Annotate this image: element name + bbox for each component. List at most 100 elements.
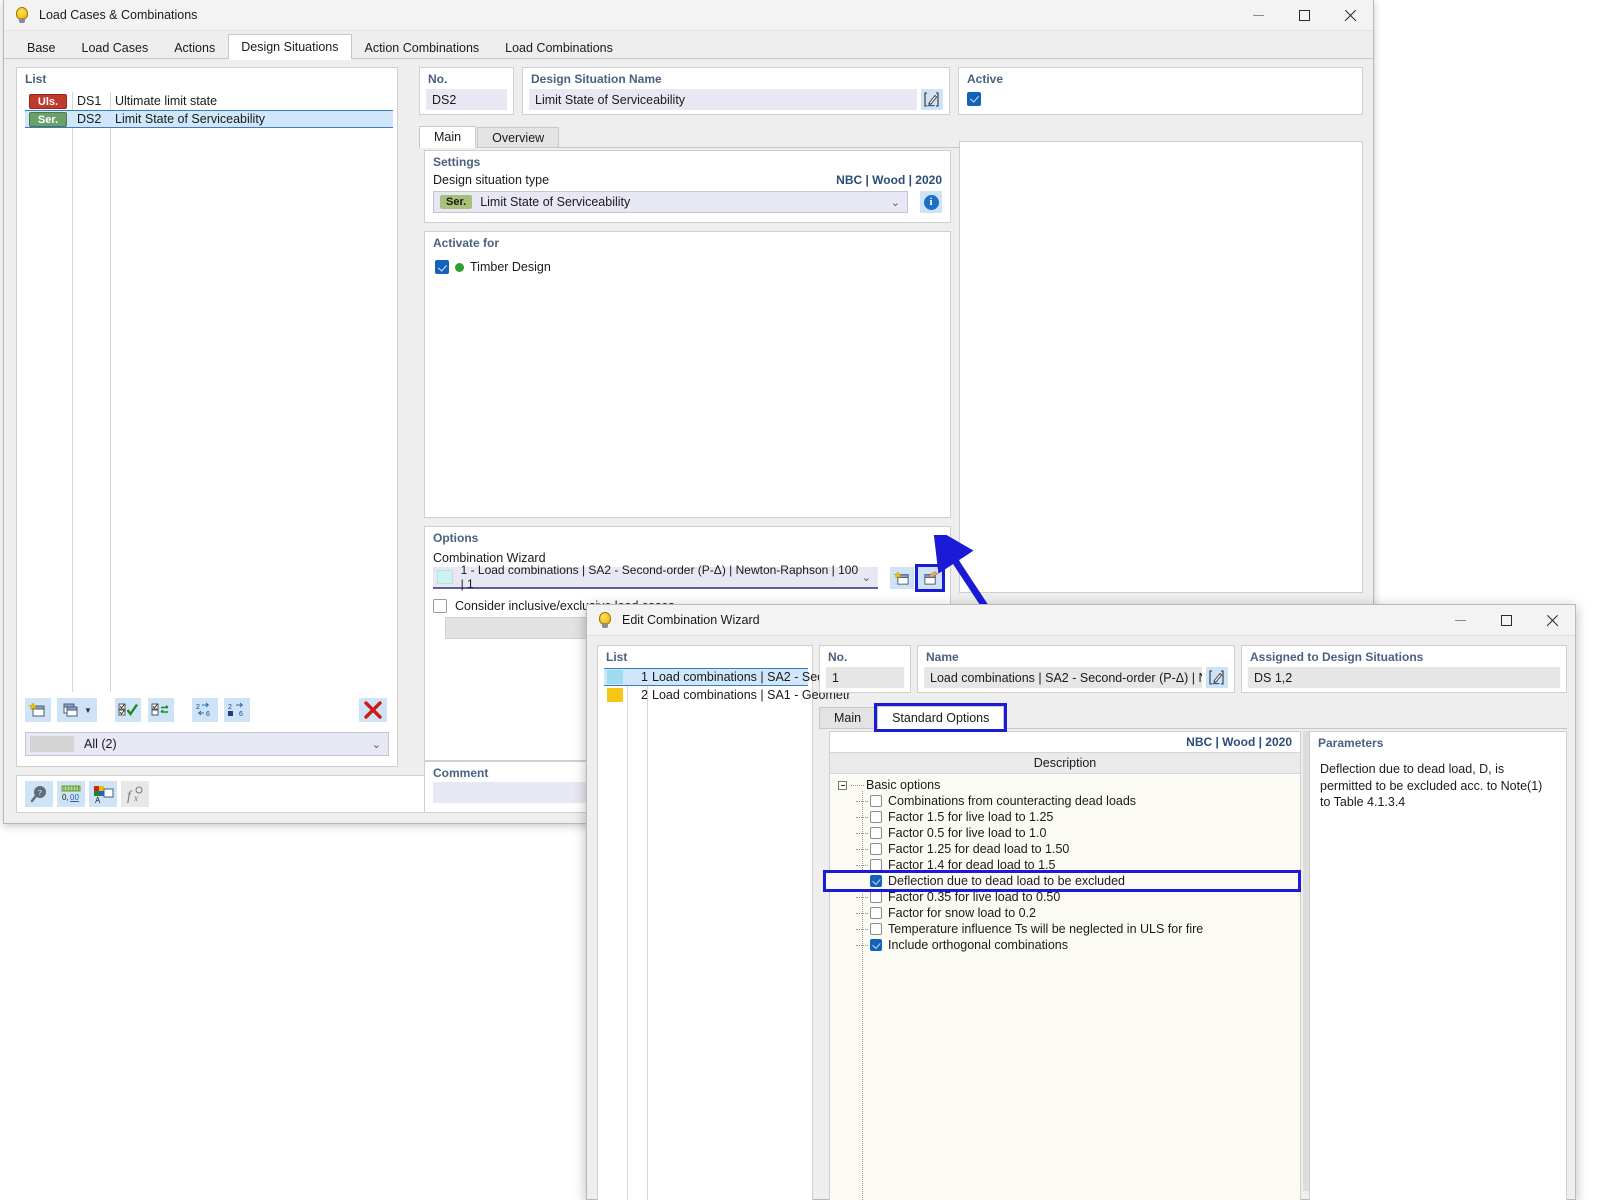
combination-wizard-value: 1 - Load combinations | SA2 - Second-ord… [461, 563, 862, 591]
chevron-down-icon: ⌄ [372, 738, 381, 751]
option-row[interactable]: Factor 1.25 for dead load to 1.50 [830, 841, 1300, 857]
wizard-minimize-button[interactable] [1437, 605, 1483, 636]
table-row[interactable]: Ser. DS2 Limit State of Serviceability [25, 110, 393, 128]
timber-design-checkbox[interactable] [435, 260, 449, 274]
option-row[interactable]: Factor 1.5 for live load to 1.25 [830, 809, 1300, 825]
tab-load-cases[interactable]: Load Cases [69, 35, 162, 59]
check-all-button[interactable] [115, 698, 141, 722]
edit-combination-wizard-window: Edit Combination Wizard List 1 Load comb… [586, 604, 1576, 1200]
wizard-window-title: Edit Combination Wizard [622, 613, 760, 627]
copy-item-button[interactable]: ▼ [57, 698, 97, 722]
tree-connector [851, 785, 864, 786]
renumber-button[interactable]: 2 6 [192, 698, 218, 722]
new-item-button[interactable] [25, 698, 51, 722]
option-checkbox[interactable] [870, 843, 882, 855]
wizard-close-button[interactable] [1529, 605, 1575, 636]
main-titlebar: Load Cases & Combinations [4, 0, 1373, 31]
close-button[interactable] [1327, 0, 1373, 31]
toggle-check-button[interactable] [148, 698, 174, 722]
info-search-button[interactable]: ? [25, 781, 53, 807]
option-row[interactable]: Combinations from counteracting dead loa… [830, 793, 1300, 809]
list-item[interactable]: 1 Load combinations | SA2 - Second- [604, 668, 808, 686]
option-checkbox[interactable] [870, 923, 882, 935]
option-checkbox[interactable] [870, 891, 882, 903]
wizard-tab-main[interactable]: Main [819, 707, 876, 729]
option-checkbox[interactable] [870, 875, 882, 887]
option-row-selected[interactable]: Deflection due to dead load to be exclud… [826, 873, 1298, 889]
wizard-list-panel: List 1 Load combinations | SA2 - Second-… [597, 645, 813, 1200]
activate-item-timber-design[interactable]: Timber Design [425, 252, 950, 274]
parameters-label: Parameters [1310, 732, 1566, 753]
option-checkbox[interactable] [870, 795, 882, 807]
formula-button[interactable]: f x [121, 781, 149, 807]
tab-load-combinations[interactable]: Load Combinations [492, 35, 626, 59]
activate-for-group: Activate for Timber Design [424, 231, 951, 518]
delete-button[interactable] [359, 698, 387, 722]
option-row[interactable]: Temperature influence Ts will be neglect… [830, 921, 1300, 937]
filter-color-swatch [30, 736, 74, 752]
combination-wizard-select[interactable]: 1 - Load combinations | SA2 - Second-ord… [433, 567, 878, 589]
wizard-titlebar: Edit Combination Wizard [587, 605, 1575, 636]
option-row[interactable]: Include orthogonal combinations [830, 937, 1300, 953]
tab-actions[interactable]: Actions [161, 35, 228, 59]
option-row[interactable]: Factor for snow load to 0.2 [830, 905, 1300, 921]
wizard-tab-standard-options[interactable]: Standard Options [877, 706, 1004, 729]
wizard-content-area: List 1 Load combinations | SA2 - Second-… [587, 637, 1575, 1199]
option-checkbox[interactable] [870, 827, 882, 839]
list-filter-select[interactable]: All (2) ⌄ [25, 732, 389, 756]
design-situation-name-input[interactable]: Limit State of Serviceability [529, 89, 917, 110]
app-bulb-icon [14, 7, 31, 24]
type-info-button[interactable]: i [920, 191, 942, 213]
color-legend-button[interactable]: A [89, 781, 117, 807]
renumber-icon: 2 6 [195, 702, 215, 718]
wizard-subtab-bar: Main Standard Options [819, 703, 1567, 729]
tab-design-situations[interactable]: Design Situations [228, 34, 351, 59]
option-label: Include orthogonal combinations [888, 938, 1068, 952]
minimize-button[interactable] [1235, 0, 1281, 31]
list-grid: Uls. DS1 Ultimate limit state Ser. DS2 L… [25, 92, 393, 692]
new-combination-wizard-button[interactable] [890, 567, 914, 589]
tab-main[interactable]: Main [419, 126, 476, 148]
svg-text:6: 6 [206, 711, 210, 718]
tab-overview[interactable]: Overview [477, 127, 559, 148]
option-row[interactable]: Factor 0.5 for live load to 1.0 [830, 825, 1300, 841]
tree-connector [856, 849, 868, 850]
wizard-window-controls [1437, 605, 1575, 636]
option-checkbox[interactable] [870, 907, 882, 919]
sequence-button[interactable]: 2 6 [224, 698, 250, 722]
new-wizard-icon [894, 571, 911, 586]
tab-action-combinations[interactable]: Action Combinations [352, 35, 493, 59]
option-label: Factor 1.5 for live load to 1.25 [888, 810, 1053, 824]
tree-group-basic-options[interactable]: Basic options [830, 777, 1300, 793]
wizard-name-input[interactable]: Load combinations | SA2 - Second-order (… [924, 667, 1202, 688]
svg-text:0,: 0, [62, 793, 69, 802]
design-situation-type-select[interactable]: Ser. Limit State of Serviceability ⌄ [433, 191, 908, 213]
edit-name-button[interactable] [921, 89, 943, 110]
wizard-edit-name-button[interactable] [1206, 667, 1228, 688]
minimize-icon [1455, 620, 1466, 621]
option-checkbox[interactable] [870, 811, 882, 823]
wizard-no-label: No. [820, 646, 910, 667]
type-value: Limit State of Serviceability [480, 195, 630, 209]
chevron-down-icon[interactable]: ▼ [84, 706, 92, 715]
active-checkbox[interactable] [967, 92, 981, 106]
edit-pencil-icon [924, 92, 940, 107]
maximize-button[interactable] [1281, 0, 1327, 31]
table-row[interactable]: Uls. DS1 Ultimate limit state [25, 92, 393, 110]
consider-inclusive-exclusive-checkbox[interactable] [433, 599, 447, 613]
tab-base[interactable]: Base [14, 35, 69, 59]
option-row[interactable]: Factor 0.35 for live load to 0.50 [830, 889, 1300, 905]
option-checkbox[interactable] [870, 939, 882, 951]
wizard-list-grid: 1 Load combinations | SA2 - Second- 2 Lo… [604, 668, 808, 1200]
tree-connector [856, 945, 868, 946]
options-group-label: Options [425, 527, 950, 547]
list-label: List [17, 68, 397, 89]
row-color-swatch [607, 670, 623, 684]
wizard-maximize-button[interactable] [1483, 605, 1529, 636]
list-item[interactable]: 2 Load combinations | SA1 - Geometr [604, 686, 808, 704]
option-row[interactable]: Factor 1.4 for dead load to 1.5 [830, 857, 1300, 873]
collapse-icon[interactable] [838, 781, 847, 790]
settings-group: Settings Design situation type NBC | Woo… [424, 150, 951, 223]
option-checkbox[interactable] [870, 859, 882, 871]
units-button[interactable]: 0, 00 [57, 781, 85, 807]
